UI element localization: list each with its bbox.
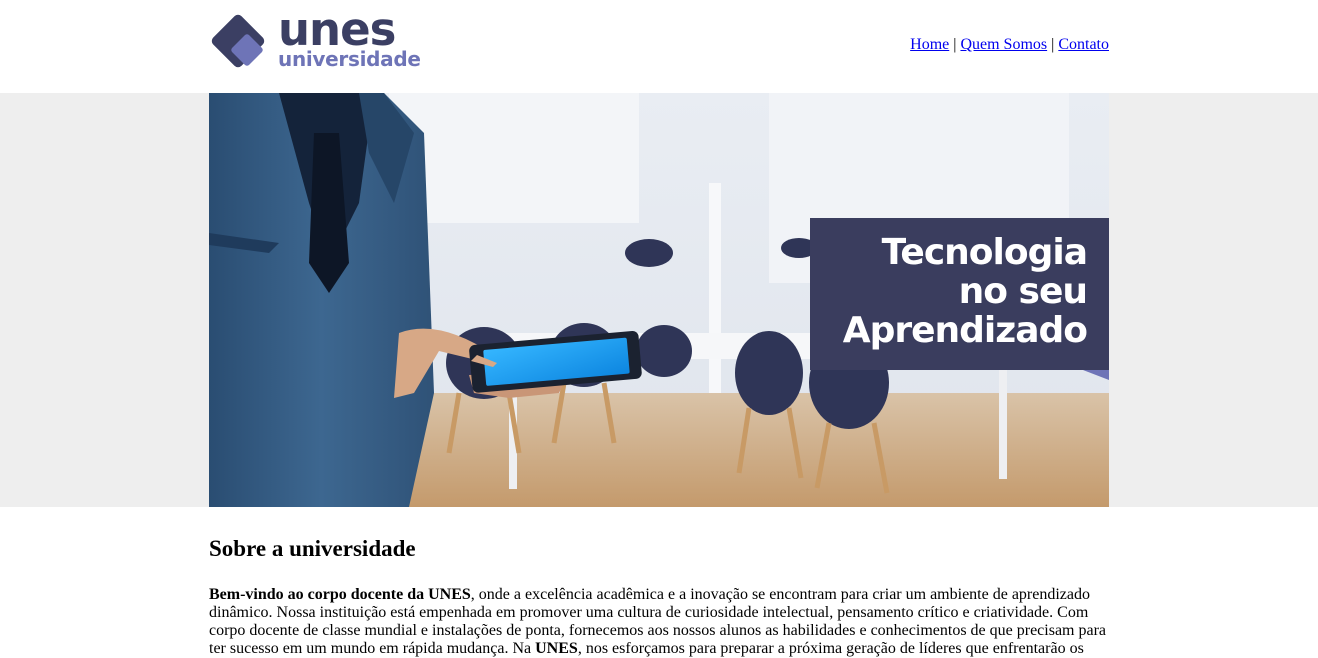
about-tail-text: , nos esforçamos para preparar a próxima… bbox=[577, 640, 1084, 657]
caption-accent-tab bbox=[1083, 370, 1109, 380]
nav-separator: | bbox=[953, 36, 957, 53]
banner-caption-box: Tecnologia no seu Aprendizado bbox=[810, 218, 1109, 370]
logo-mark-icon bbox=[211, 14, 265, 68]
banner-caption-line: Aprendizado bbox=[842, 310, 1088, 351]
hero-banner: Tecnologia no seu Aprendizado bbox=[209, 93, 1109, 507]
about-paragraph: Bem-vindo ao corpo docente da UNES, onde… bbox=[209, 586, 1109, 658]
about-section: Sobre a universidade Bem-vindo ao corpo … bbox=[209, 507, 1109, 658]
banner-caption-line: no seu bbox=[958, 271, 1088, 312]
about-lead-bold: Bem-vindo ao corpo docente da UNES bbox=[209, 586, 471, 603]
nav-separator: | bbox=[1051, 36, 1055, 53]
banner-caption-line: Tecnologia bbox=[881, 232, 1088, 273]
unes-logo[interactable]: unes universidade bbox=[209, 4, 429, 74]
nav-link-quem-somos[interactable]: Quem Somos bbox=[960, 36, 1047, 53]
hero-band: Tecnologia no seu Aprendizado bbox=[0, 93, 1318, 507]
banner-caption: Tecnologia no seu Aprendizado bbox=[842, 232, 1088, 351]
nav-link-contato[interactable]: Contato bbox=[1058, 36, 1109, 53]
main-nav: Home | Quem Somos | Contato bbox=[910, 36, 1109, 54]
nav-link-home[interactable]: Home bbox=[910, 36, 949, 53]
logo-subtitle: universidade bbox=[278, 47, 421, 71]
about-title: Sobre a universidade bbox=[209, 536, 416, 561]
site-header: unes universidade Home | Quem Somos | Co… bbox=[209, 0, 1109, 93]
about-mid-bold: UNES bbox=[535, 640, 578, 657]
